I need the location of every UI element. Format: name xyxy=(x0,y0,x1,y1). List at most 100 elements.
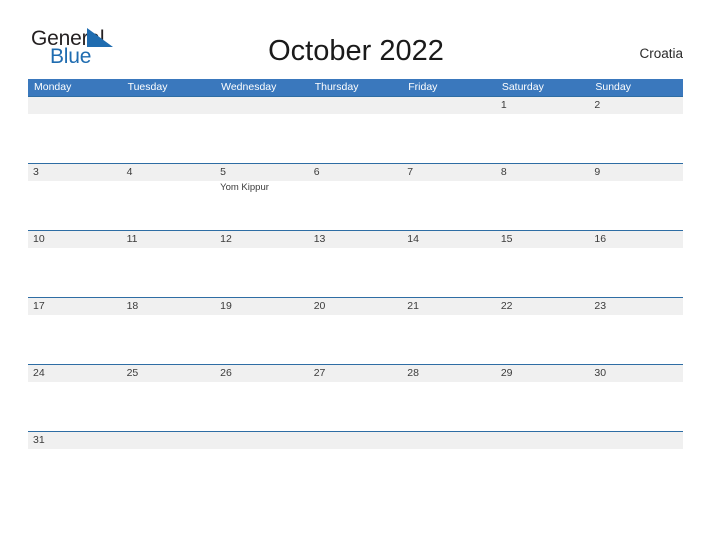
day-number: 22 xyxy=(500,300,513,312)
day-number: 11 xyxy=(126,233,138,245)
calendar-day-cell[interactable]: 6 xyxy=(309,164,403,230)
calendar-day-cell-empty xyxy=(402,97,496,163)
calendar-day-cell[interactable]: 21 xyxy=(402,298,496,364)
calendar-day-cell[interactable]: 17 xyxy=(28,298,122,364)
week-cells: 12 xyxy=(28,97,683,163)
calendar-day-cell[interactable]: 29 xyxy=(496,365,590,431)
day-number: 19 xyxy=(220,300,232,312)
day-number: 15 xyxy=(500,233,513,245)
day-number: 7 xyxy=(407,166,414,178)
calendar-day-cell[interactable]: 19 xyxy=(215,298,309,364)
day-number: 21 xyxy=(407,300,419,312)
day-number: 29 xyxy=(500,367,513,379)
day-number: 23 xyxy=(594,300,607,312)
calendar-day-cell[interactable]: 12 xyxy=(215,231,309,297)
day-event-label: Yom Kippur xyxy=(220,182,269,193)
calendar-day-cell[interactable]: 25 xyxy=(122,365,216,431)
calendar-day-cell[interactable]: 31 xyxy=(28,432,122,449)
day-number: 3 xyxy=(33,166,39,178)
calendar-day-cell[interactable]: 2 xyxy=(589,97,683,163)
calendar-grid: Monday Tuesday Wednesday Thursday Friday… xyxy=(28,79,683,449)
page-title: October 2022 xyxy=(268,35,444,67)
calendar-day-cell[interactable]: 26 xyxy=(215,365,309,431)
weekday-header-tuesday: Tuesday xyxy=(127,81,168,93)
day-number: 31 xyxy=(33,434,45,446)
calendar-day-cell[interactable]: 7 xyxy=(402,164,496,230)
weekday-header-saturday: Saturday xyxy=(501,81,544,93)
calendar-day-cell[interactable]: 18 xyxy=(122,298,216,364)
calendar-week-row: 12 xyxy=(28,96,683,163)
calendar-day-cell[interactable]: 15 xyxy=(496,231,590,297)
calendar-week-row: 3 4 5 Yom Kippur 6 7 8 9 xyxy=(28,163,683,230)
day-number: 1 xyxy=(500,99,507,111)
weekday-header-monday: Monday xyxy=(34,81,72,93)
calendar-day-cell-empty xyxy=(28,97,122,163)
weekday-header-row: Monday Tuesday Wednesday Thursday Friday… xyxy=(28,79,683,96)
calendar-day-cell[interactable]: 28 xyxy=(402,365,496,431)
calendar-day-cell[interactable]: 20 xyxy=(309,298,403,364)
calendar-day-cell-empty xyxy=(309,432,403,449)
week-cells: 3 4 5 Yom Kippur 6 7 8 9 xyxy=(28,164,683,230)
week-cells: 24 25 26 27 28 29 30 xyxy=(28,365,683,431)
calendar-day-cell-empty xyxy=(215,432,309,449)
day-number: 17 xyxy=(33,300,45,312)
calendar-day-cell[interactable]: 11 xyxy=(122,231,216,297)
day-events: Yom Kippur xyxy=(220,182,308,194)
day-number: 5 xyxy=(220,166,226,178)
calendar-day-cell[interactable]: 23 xyxy=(589,298,683,364)
day-number: 18 xyxy=(126,300,139,312)
calendar-week-row: 10 11 12 13 14 15 16 xyxy=(28,230,683,297)
day-number: 14 xyxy=(407,233,419,245)
day-number: 10 xyxy=(33,233,45,245)
weekday-header-friday: Friday xyxy=(408,81,438,93)
calendar-day-cell[interactable]: 9 xyxy=(589,164,683,230)
day-number: 24 xyxy=(33,367,45,379)
calendar-weeks: 1 2 3 4 5 Yom Kippur 6 7 8 9 10 11 12 13 14 15 16 17 18 19 2… xyxy=(28,96,683,449)
calendar-day-cell[interactable]: 13 xyxy=(309,231,403,297)
calendar-day-cell-empty xyxy=(402,432,496,449)
weekday-header-sunday: Sunday xyxy=(595,81,631,93)
week-cells: 31 xyxy=(28,432,683,449)
weekday-header-thursday: Thursday xyxy=(314,81,359,93)
day-number: 8 xyxy=(500,166,507,178)
calendar-day-cell[interactable]: 3 xyxy=(28,164,122,230)
country-label: Croatia xyxy=(639,46,683,61)
weekday-header-wednesday: Wednesday xyxy=(221,81,277,93)
calendar-day-cell[interactable]: 1 xyxy=(496,97,590,163)
calendar-day-cell[interactable]: 14 xyxy=(402,231,496,297)
day-number: 27 xyxy=(313,367,326,379)
calendar-day-cell[interactable]: 22 xyxy=(496,298,590,364)
calendar-week-row: 17 18 19 20 21 22 23 xyxy=(28,297,683,364)
day-number: 4 xyxy=(126,166,133,178)
calendar-week-row: 24 25 26 27 28 29 30 xyxy=(28,364,683,431)
page-header: General Blue October 2022 Croatia xyxy=(0,0,712,79)
day-number: 28 xyxy=(407,367,419,379)
day-number: 13 xyxy=(313,233,326,245)
calendar-day-cell-empty xyxy=(496,432,590,449)
calendar-day-cell-empty xyxy=(309,97,403,163)
calendar-day-cell-empty xyxy=(122,97,216,163)
day-number: 25 xyxy=(126,367,139,379)
calendar-day-cell[interactable]: 5 Yom Kippur xyxy=(215,164,309,230)
day-number: 20 xyxy=(313,300,326,312)
calendar-day-cell[interactable]: 27 xyxy=(309,365,403,431)
day-number: 30 xyxy=(594,367,607,379)
calendar-day-cell-empty xyxy=(589,432,683,449)
day-number: 26 xyxy=(220,367,232,379)
calendar-day-cell-empty xyxy=(122,432,216,449)
day-number: 9 xyxy=(594,166,601,178)
day-number: 12 xyxy=(220,233,232,245)
calendar-day-cell[interactable]: 30 xyxy=(589,365,683,431)
calendar-day-cell[interactable]: 16 xyxy=(589,231,683,297)
day-number: 6 xyxy=(313,166,320,178)
week-cells: 17 18 19 20 21 22 23 xyxy=(28,298,683,364)
calendar-week-row: 31 xyxy=(28,431,683,449)
calendar-day-cell[interactable]: 24 xyxy=(28,365,122,431)
day-number: 2 xyxy=(594,99,601,111)
calendar-day-cell[interactable]: 8 xyxy=(496,164,590,230)
calendar-day-cell-empty xyxy=(215,97,309,163)
day-number: 16 xyxy=(594,233,607,245)
calendar-day-cell[interactable]: 4 xyxy=(122,164,216,230)
calendar-day-cell[interactable]: 10 xyxy=(28,231,122,297)
week-cells: 10 11 12 13 14 15 16 xyxy=(28,231,683,297)
